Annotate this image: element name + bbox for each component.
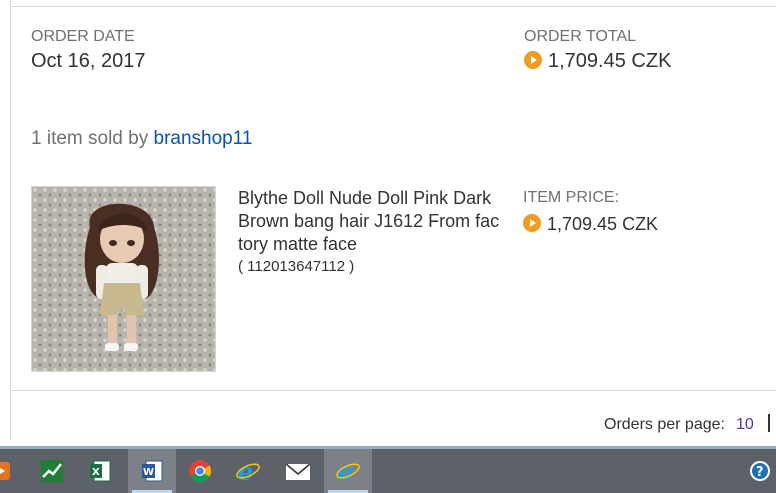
item-price-label: ITEM PRICE: [523, 189, 620, 206]
order-date-label: ORDER DATE [31, 28, 135, 45]
item-price: 1,709.45 CZK [523, 214, 658, 235]
sold-by-prefix: 1 item sold by [31, 128, 149, 149]
taskbar-chrome[interactable] [176, 449, 224, 493]
taskbar-word[interactable]: W [128, 449, 176, 493]
item-price-value: 1,709.45 CZK [547, 214, 659, 234]
svg-text:e: e [338, 459, 353, 483]
media-player-icon [0, 462, 10, 480]
order-total-label: ORDER TOTAL [524, 28, 637, 45]
word-icon: W [142, 460, 163, 482]
order-total: 1,709.45 CZK [524, 50, 671, 73]
windows-taskbar: X W e e ? [0, 446, 776, 493]
taskbar-mail[interactable] [274, 449, 322, 493]
taskbar-excel[interactable]: X [76, 449, 124, 493]
stock-chart-icon [41, 460, 63, 482]
mail-icon [285, 463, 311, 480]
chrome-icon [189, 460, 211, 482]
svg-text:X: X [92, 467, 100, 478]
svg-text:W: W [143, 467, 154, 478]
order-total-value: 1,709.45 CZK [548, 50, 672, 72]
taskbar-internet-explorer-active[interactable]: e [324, 449, 372, 493]
help-icon: ? [750, 461, 770, 481]
item-number: ( 112013647112 ) [238, 258, 355, 275]
section-divider [10, 390, 776, 391]
item-title-link[interactable]: Blythe Doll Nude Doll Pink Dark Brown ba… [238, 187, 500, 256]
currency-coin-icon [524, 50, 542, 69]
svg-text:e: e [238, 459, 253, 483]
order-date-value: Oct 16, 2017 [31, 50, 146, 72]
currency-coin-icon [523, 214, 541, 233]
taskbar-help[interactable]: ? [744, 449, 776, 493]
excel-icon: X [90, 460, 111, 482]
orders-per-page-10[interactable]: 10 [736, 416, 754, 434]
svg-text:?: ? [756, 465, 764, 480]
internet-explorer-active-icon: e [336, 459, 360, 483]
doll-photo [84, 203, 159, 351]
item-thumbnail[interactable] [31, 186, 216, 372]
seller-link[interactable]: branshop11 [154, 128, 253, 149]
internet-explorer-icon: e [236, 459, 260, 483]
taskbar-internet-explorer[interactable]: e [224, 449, 272, 493]
taskbar-stock-chart[interactable] [28, 449, 76, 493]
content-top-border [10, 6, 776, 7]
content-left-border [10, 0, 11, 440]
orders-per-page-label: Orders per page: [604, 416, 725, 433]
pagination-separator [768, 414, 770, 432]
taskbar-media-player[interactable] [0, 449, 24, 493]
sold-by-line: 1 item sold by branshop11 [31, 128, 252, 150]
